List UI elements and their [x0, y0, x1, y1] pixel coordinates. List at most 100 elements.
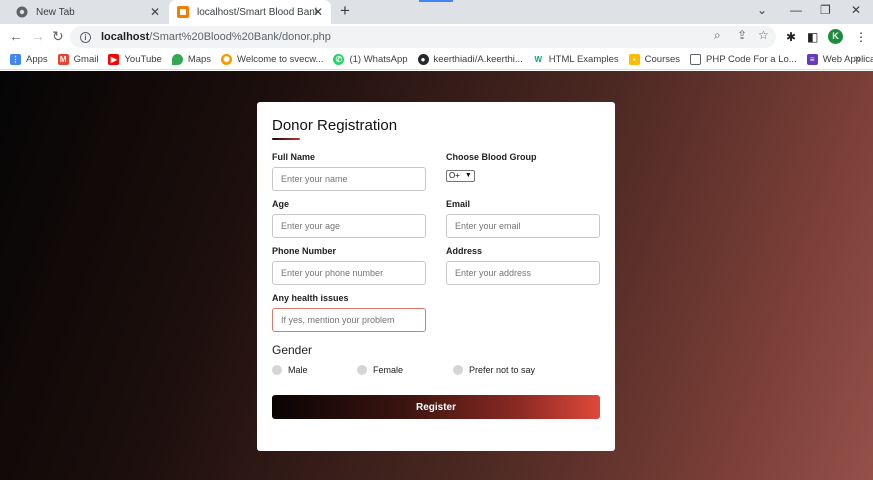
age-label: Age: [272, 199, 290, 209]
site-info-icon[interactable]: i: [80, 31, 91, 43]
email-input[interactable]: Enter your email: [446, 214, 600, 238]
radio-label: Prefer not to say: [469, 365, 536, 375]
gmail-icon: M: [57, 54, 69, 65]
whatsapp-icon: ✆: [333, 54, 345, 65]
bookmark-web-application[interactable]: ≡ Web Application D...: [806, 54, 873, 65]
bookmark-whatsapp[interactable]: ✆ (1) WhatsApp: [333, 54, 408, 65]
webapp-icon: ≡: [806, 54, 818, 65]
phone-label: Phone Number: [272, 246, 337, 256]
bookmark-svecw[interactable]: ✺ Welcome to svecw...: [221, 54, 323, 65]
side-panel-icon[interactable]: ◧: [807, 29, 818, 45]
restore-icon[interactable]: ❐: [820, 3, 831, 17]
bookmark-label: Gmail: [73, 54, 99, 65]
minimize-icon[interactable]: —: [790, 3, 802, 17]
title-underline: [272, 138, 300, 140]
bookmark-apps[interactable]: ⋮ Apps: [10, 54, 48, 65]
gender-male-radio[interactable]: Male: [272, 365, 308, 375]
bookmark-label: YouTube: [124, 54, 162, 65]
gender-female-radio[interactable]: Female: [357, 365, 403, 375]
tab-strip: New Tab ✕ localhost/Smart Blood Bank/don…: [0, 0, 873, 24]
bookmark-html-examples[interactable]: W HTML Examples: [532, 54, 619, 65]
new-tab-button[interactable]: +: [340, 2, 350, 19]
address-bar[interactable]: i localhost/Smart%20Blood%20Bank/donor.p…: [70, 26, 776, 48]
address-label: Address: [446, 246, 483, 256]
register-button[interactable]: Register: [272, 395, 600, 419]
form-title: Donor Registration: [272, 117, 398, 134]
gender-title: Gender: [272, 343, 313, 357]
tab-strip-indicator: [419, 0, 453, 2]
bookmark-label: Welcome to svecw...: [237, 54, 324, 65]
tab-new-tab[interactable]: New Tab ✕: [8, 0, 168, 24]
tab-donor-page[interactable]: localhost/Smart Blood Bank/donor ✕: [169, 0, 331, 24]
extensions-icon[interactable]: ✱: [786, 29, 796, 45]
bookmark-label: PHP Code For a Lo...: [706, 54, 797, 65]
blood-group-select[interactable]: O+ ▼: [446, 169, 475, 182]
bookmark-label: HTML Examples: [548, 54, 619, 65]
maps-icon: [171, 54, 183, 65]
address-group: Address Enter your address: [446, 246, 600, 285]
page-background: Donor Registration Full Name Enter your …: [0, 71, 873, 480]
health-issues-input[interactable]: If yes, mention your problem: [272, 308, 426, 332]
age-group: Age Enter your age: [272, 199, 426, 238]
close-tab-icon[interactable]: ✕: [150, 5, 160, 19]
bookmark-label: Courses: [644, 54, 681, 65]
chevron-down-icon: ▼: [464, 172, 472, 179]
url-host: localhost: [101, 31, 150, 43]
radio-circle-icon: [357, 365, 367, 375]
address-input[interactable]: Enter your address: [446, 261, 600, 285]
bookmark-github[interactable]: ● keerthiadi/A.keerthi...: [417, 54, 523, 65]
profile-avatar[interactable]: K: [828, 29, 843, 44]
github-icon: ●: [417, 54, 429, 65]
bookmark-label: (1) WhatsApp: [349, 54, 408, 65]
bookmark-php-code[interactable]: PHP Code For a Lo...: [690, 54, 797, 65]
bookmark-youtube[interactable]: ▶ YouTube: [108, 54, 162, 65]
tab-search-icon[interactable]: ⌄: [757, 3, 767, 17]
tab-title: New Tab: [36, 6, 75, 18]
full-name-label: Full Name: [272, 152, 316, 162]
phone-input[interactable]: Enter your phone number: [272, 261, 426, 285]
menu-icon[interactable]: ⋮: [855, 29, 867, 45]
url-path: /Smart%20Blood%20Bank/donor.php: [149, 31, 331, 43]
bookmark-courses[interactable]: ▪ Courses: [628, 54, 681, 65]
bookmarks-overflow-icon[interactable]: »: [855, 53, 861, 65]
close-window-icon[interactable]: ✕: [851, 3, 861, 17]
bookmarks-bar: ⋮ Apps M Gmail ▶ YouTube Maps ✺ Welcome to s…: [0, 50, 873, 70]
age-input[interactable]: Enter your age: [272, 214, 426, 238]
email-label: Email: [446, 199, 471, 209]
zoom-icon[interactable]: ⌕: [714, 27, 721, 43]
xampp-icon: [177, 6, 189, 18]
blood-group-label: Choose Blood Group: [446, 152, 537, 162]
radio-label: Male: [288, 365, 308, 375]
tab-title: localhost/Smart Blood Bank/donor: [197, 6, 317, 18]
php-icon: [690, 54, 702, 65]
share-icon[interactable]: ⇪: [737, 27, 747, 43]
bookmark-label: Maps: [187, 54, 212, 65]
w3schools-icon: W: [532, 54, 544, 65]
forward-icon[interactable]: →: [31, 28, 45, 44]
phone-group: Phone Number Enter your phone number: [272, 246, 426, 285]
radio-circle-icon: [453, 365, 463, 375]
health-label: Any health issues: [272, 293, 349, 303]
registration-card: Donor Registration Full Name Enter your …: [257, 102, 615, 451]
full-name-input[interactable]: Enter your name: [272, 167, 426, 191]
close-tab-icon[interactable]: ✕: [313, 5, 323, 19]
browser-toolbar: ← → ↻ i localhost/Smart%20Blood%20Bank/d…: [0, 24, 873, 50]
blood-group-group: Choose Blood Group O+ ▼: [446, 152, 600, 182]
blood-group-value: O+: [449, 171, 460, 180]
full-name-group: Full Name Enter your name: [272, 152, 426, 191]
svecw-icon: ✺: [221, 54, 233, 65]
gender-prefer-not-radio[interactable]: Prefer not to say: [453, 365, 535, 375]
radio-label: Female: [373, 365, 404, 375]
radio-circle-icon: [272, 365, 282, 375]
bookmark-star-icon[interactable]: ☆: [758, 27, 769, 43]
youtube-icon: ▶: [108, 54, 120, 65]
courses-icon: ▪: [628, 54, 640, 65]
bookmark-label: Apps: [26, 54, 48, 65]
reload-icon[interactable]: ↻: [52, 28, 64, 44]
chrome-newtab-icon: [16, 6, 28, 18]
bookmark-label: Web Application D...: [822, 54, 873, 65]
back-icon[interactable]: ←: [9, 28, 23, 44]
bookmark-maps[interactable]: Maps: [171, 54, 212, 65]
apps-grid-icon: ⋮: [10, 54, 21, 65]
bookmark-gmail[interactable]: M Gmail: [57, 54, 99, 65]
